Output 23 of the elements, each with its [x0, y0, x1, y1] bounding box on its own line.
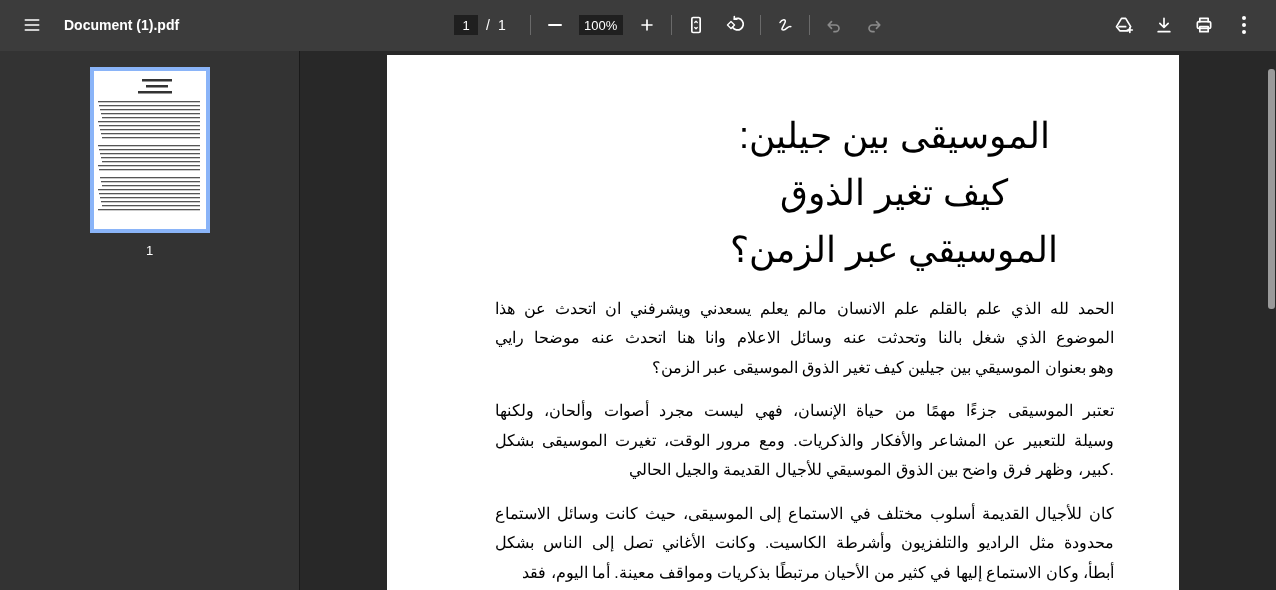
body-text-line: الموضوع الذي شغل بالنا وتحدثت عنه وسائل الاعلام وانا هنا اتحدث عنه موضحا رايي	[495, 328, 1114, 349]
body-text-line: محدودة مثل الراديو والتلفزيون وأشرطة الكاسيت. وكانت الأغاني تصل إلى الناس بشكل	[495, 531, 1114, 554]
thumbnail-label: 1	[145, 241, 154, 260]
body-text-line: تعتبر الموسيقى جزءًا مهمًا من حياة الإنسان، فهي ليست مجرد أصوات وألحان، ولكنها	[495, 399, 1114, 422]
page-number-field[interactable]: 1	[454, 15, 478, 36]
document-heading: كيف تغير الذوق	[779, 170, 1010, 216]
body-text-line: أبطأ، وكان الاستماع إليها في كثير من الأحيان مرتبطًا بذكريات ومواقف معينة. أما اليوم، فقد	[521, 560, 1114, 584]
document-heading: الموسيقي عبر الزمن؟	[729, 227, 1060, 273]
document-title: Document (1).pdf	[64, 15, 180, 35]
triangle-plus-icon	[1114, 15, 1134, 36]
zoom-field[interactable]: 100%	[578, 15, 623, 36]
page-count: 1	[497, 15, 506, 35]
body-text-line: الحمد لله الذي علم بالقلم علم الانسان مالم يعلم يسعدني ويشرفني ان اتحدث عن هذا	[495, 298, 1114, 320]
minus-icon	[547, 23, 562, 28]
print-icon	[1194, 15, 1214, 36]
page-separator: /	[486, 15, 490, 35]
body-text-line: كان للأجيال القديمة أسلوب مختلف في الاستماع إلى الموسيقى، حيث كانت وسائل الاستماع	[495, 502, 1114, 525]
body-text-line: وهو بعنوان الموسيقي بين جيلين كيف تغير الذوق الموسيقى عبر الزمن؟	[651, 357, 1114, 379]
more-icon	[1242, 16, 1246, 35]
document-heading: الموسيقى بين جيلين:	[738, 113, 1051, 159]
body-text-line: .كبير، وظهر فرق واضح بين الذوق الموسيقي للأجيال القديمة والجيل الحالي	[627, 459, 1114, 481]
body-text-line: وسيلة للتعبير عن المشاعر والأفكار والذكريات. ومع مرور الوقت، تغيرت الموسيقى بشكل	[495, 430, 1114, 452]
download-icon	[1154, 15, 1174, 36]
